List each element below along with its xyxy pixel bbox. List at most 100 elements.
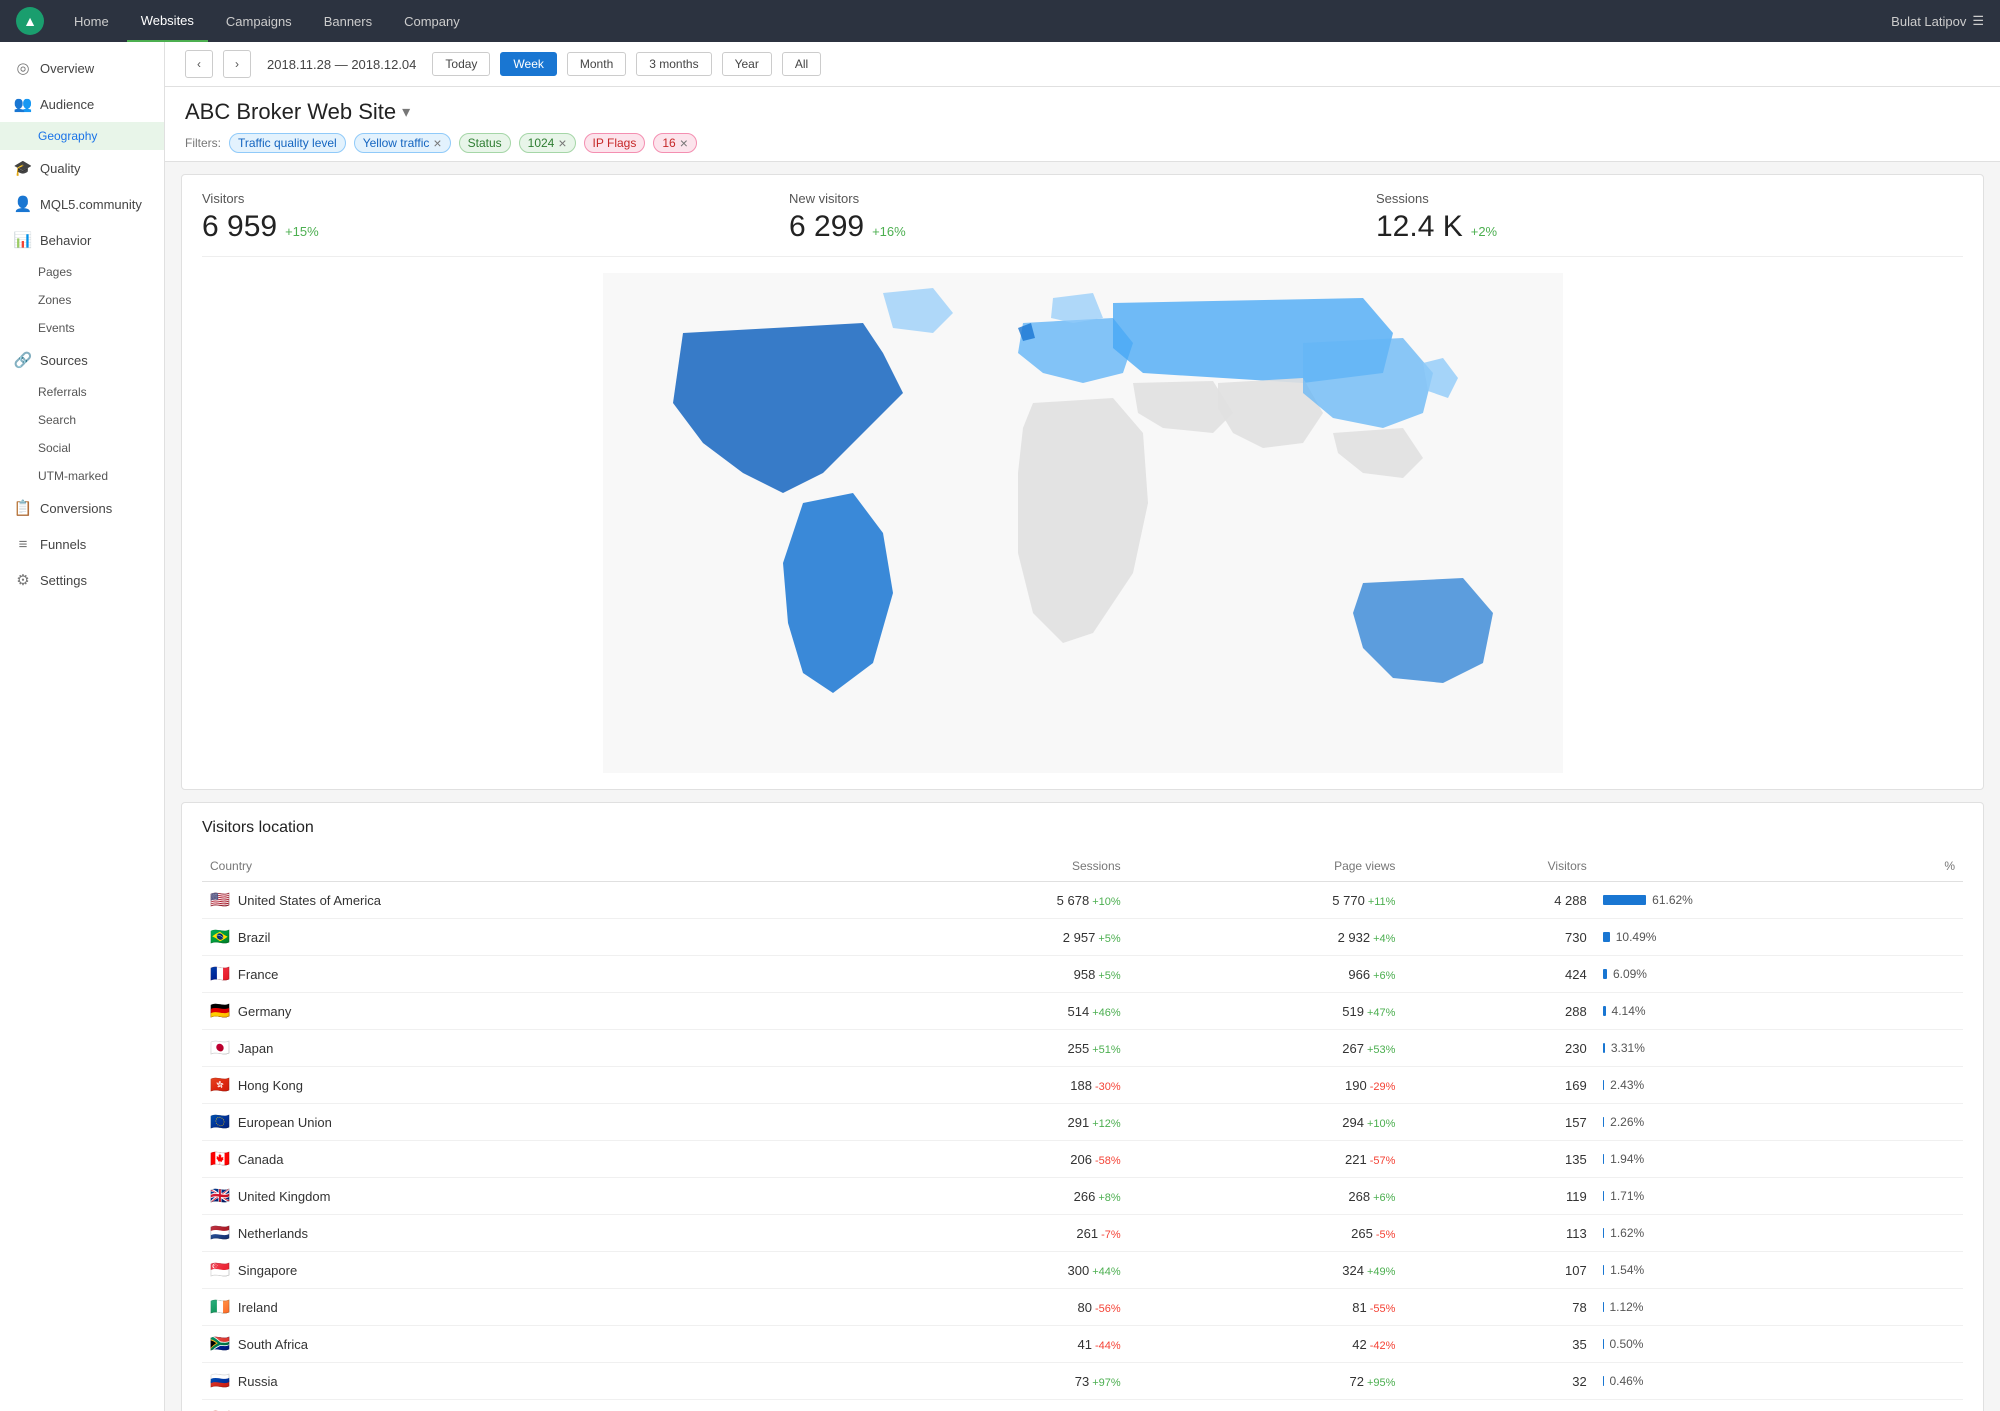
- country-flag: 🇩🇪: [210, 1001, 230, 1021]
- metric-visitors: Visitors 6 959 +15%: [202, 191, 789, 244]
- nav-websites[interactable]: Websites: [127, 0, 208, 42]
- sessions-change: +5%: [1098, 933, 1120, 945]
- period-year-button[interactable]: Year: [722, 52, 772, 76]
- filter-chip-traffic-quality[interactable]: Traffic quality level: [229, 133, 346, 153]
- sidebar-item-funnels[interactable]: ≡ Funnels: [0, 526, 164, 562]
- cell-pageviews: 5 770+11%: [1129, 882, 1404, 919]
- cell-sessions: 266+8%: [851, 1178, 1129, 1215]
- nav-campaigns[interactable]: Campaigns: [212, 0, 306, 42]
- filters: Filters: Traffic quality level Yellow tr…: [185, 133, 1980, 153]
- country-name: United States of America: [238, 893, 381, 908]
- country-flag: 🇮🇪: [210, 1297, 230, 1317]
- sidebar-item-zones[interactable]: Zones: [0, 286, 164, 314]
- pageviews-change: +53%: [1367, 1044, 1395, 1056]
- table-row: 🇨🇦 Canada 206-58% 221-57% 135 1.94%: [202, 1141, 1963, 1178]
- sidebar-label-settings: Settings: [40, 573, 87, 588]
- pageviews-change: -42%: [1370, 1340, 1396, 1352]
- next-period-button[interactable]: ›: [223, 50, 251, 78]
- pct-bar-fill: [1603, 1376, 1604, 1386]
- country-name: Singapore: [238, 1263, 297, 1278]
- cell-sessions: 80-56%: [851, 1289, 1129, 1326]
- filter-chip-16[interactable]: 16 ×: [653, 133, 697, 153]
- user-menu-icon[interactable]: ☰: [1972, 13, 1984, 29]
- sidebar-item-mql5[interactable]: 👤 MQL5.community: [0, 186, 164, 222]
- location-section: Visitors location Country Sessions Page …: [181, 802, 1984, 1411]
- metric-new-visitors: New visitors 6 299 +16%: [789, 191, 1376, 244]
- sidebar-label-conversions: Conversions: [40, 501, 112, 516]
- period-month-button[interactable]: Month: [567, 52, 626, 76]
- sessions-change: +44%: [1092, 1266, 1120, 1278]
- filter-chip-yellow-traffic[interactable]: Yellow traffic ×: [354, 133, 451, 153]
- nav-banners[interactable]: Banners: [310, 0, 386, 42]
- metric-visitors-number: 6 959: [202, 210, 277, 244]
- sidebar-label-sources: Sources: [40, 353, 88, 368]
- filter-chip-ip-flags[interactable]: IP Flags: [584, 133, 646, 153]
- country-flag: 🇧🇷: [210, 927, 230, 947]
- cell-visitors: 730: [1403, 919, 1594, 956]
- sidebar-item-sources[interactable]: 🔗 Sources: [0, 342, 164, 378]
- country-flag: 🇪🇺: [210, 1112, 230, 1132]
- sidebar-item-quality[interactable]: 🎓 Quality: [0, 150, 164, 186]
- filter-remove-yellow[interactable]: ×: [433, 136, 441, 150]
- period-today-button[interactable]: Today: [432, 52, 490, 76]
- sidebar-item-events[interactable]: Events: [0, 314, 164, 342]
- table-row: 🇨🇳 China 35-8% 35-8% 30 0.43%: [202, 1400, 1963, 1411]
- cell-pageviews: 294+10%: [1129, 1104, 1404, 1141]
- sidebar-item-overview[interactable]: ◎ Overview: [0, 50, 164, 86]
- metric-sessions-change: +2%: [1471, 224, 1497, 239]
- pct-bar-fill: [1603, 1154, 1604, 1164]
- funnels-icon: ≡: [14, 535, 32, 553]
- pct-bar-fill: [1603, 1080, 1604, 1090]
- sidebar-item-utm[interactable]: UTM-marked: [0, 462, 164, 490]
- sessions-change: +8%: [1098, 1192, 1120, 1204]
- sidebar-item-behavior[interactable]: 📊 Behavior: [0, 222, 164, 258]
- sidebar-item-audience[interactable]: 👥 Audience: [0, 86, 164, 122]
- sidebar-item-social[interactable]: Social: [0, 434, 164, 462]
- sidebar-item-pages[interactable]: Pages: [0, 258, 164, 286]
- period-all-button[interactable]: All: [782, 52, 821, 76]
- cell-pageviews: 267+53%: [1129, 1030, 1404, 1067]
- settings-icon: ⚙: [14, 571, 32, 589]
- filter-chip-1024[interactable]: 1024 ×: [519, 133, 576, 153]
- filter-chip-status[interactable]: Status: [459, 133, 511, 153]
- country-name: Netherlands: [238, 1226, 308, 1241]
- main-content: ‹ › 2018.11.28 — 2018.12.04 Today Week M…: [165, 42, 2000, 1411]
- sidebar-label-mql5: MQL5.community: [40, 197, 142, 212]
- cell-country: 🇩🇪 Germany: [202, 993, 851, 1030]
- nav-company[interactable]: Company: [390, 0, 474, 42]
- cell-visitors: 4 288: [1403, 882, 1594, 919]
- cell-pct: 0.43%: [1595, 1400, 1963, 1411]
- pageviews-change: -29%: [1370, 1081, 1396, 1093]
- metric-new-visitors-value: 6 299 +16%: [789, 210, 1356, 244]
- cell-pct: 0.46%: [1595, 1363, 1963, 1400]
- sidebar-item-conversions[interactable]: 📋 Conversions: [0, 490, 164, 526]
- cell-sessions: 514+46%: [851, 993, 1129, 1030]
- country-name: South Africa: [238, 1337, 308, 1352]
- col-sessions: Sessions: [851, 853, 1129, 882]
- col-pageviews: Page views: [1129, 853, 1404, 882]
- cell-visitors: 230: [1403, 1030, 1594, 1067]
- pageviews-change: -55%: [1370, 1303, 1396, 1315]
- sidebar: ◎ Overview 👥 Audience Geography 🎓 Qualit…: [0, 42, 165, 1411]
- period-3months-button[interactable]: 3 months: [636, 52, 711, 76]
- sidebar-item-geography[interactable]: Geography: [0, 122, 164, 150]
- pct-value: 1.62%: [1610, 1226, 1644, 1240]
- filter-remove-1024[interactable]: ×: [558, 136, 566, 150]
- behavior-icon: 📊: [14, 231, 32, 249]
- site-dropdown-icon[interactable]: ▾: [402, 102, 410, 122]
- sidebar-item-referrals[interactable]: Referrals: [0, 378, 164, 406]
- table-row: 🇮🇪 Ireland 80-56% 81-55% 78 1.12%: [202, 1289, 1963, 1326]
- nav-home[interactable]: Home: [60, 0, 123, 42]
- prev-period-button[interactable]: ‹: [185, 50, 213, 78]
- period-week-button[interactable]: Week: [500, 52, 556, 76]
- pageviews-change: +6%: [1373, 1192, 1395, 1204]
- country-flag: 🇳🇱: [210, 1223, 230, 1243]
- sidebar-item-settings[interactable]: ⚙ Settings: [0, 562, 164, 598]
- sidebar-item-search[interactable]: Search: [0, 406, 164, 434]
- filter-chip-text: IP Flags: [593, 136, 637, 150]
- filter-remove-16[interactable]: ×: [680, 136, 688, 150]
- country-name: Germany: [238, 1004, 291, 1019]
- cell-pct: 2.43%: [1595, 1067, 1963, 1104]
- col-visitors: Visitors: [1403, 853, 1594, 882]
- cell-country: 🇨🇦 Canada: [202, 1141, 851, 1178]
